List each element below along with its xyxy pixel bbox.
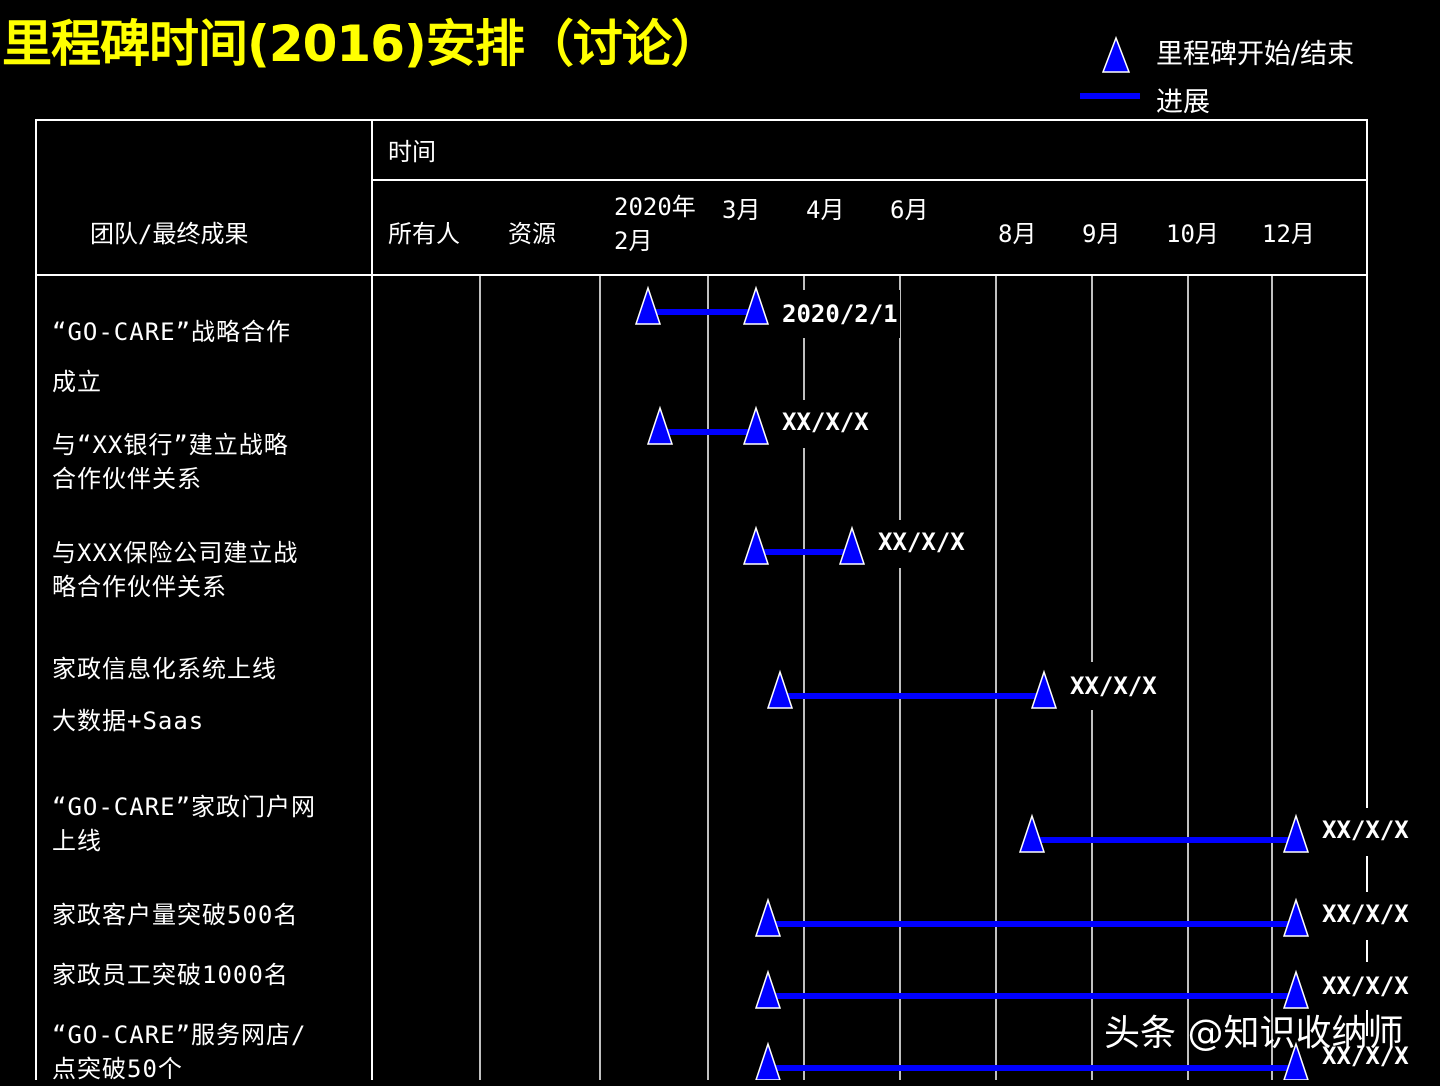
task-end-date-5: XX/X/X	[1322, 816, 1409, 844]
milestone-start-icon	[742, 525, 770, 565]
task-end-date-4: XX/X/X	[1070, 672, 1157, 700]
task-bar-4	[766, 669, 1058, 709]
task-end-date-3: XX/X/X	[878, 528, 965, 556]
milestone-start-icon	[754, 897, 782, 937]
task-end-date-7: XX/X/X	[1322, 972, 1409, 1000]
milestone-end-icon	[1282, 969, 1310, 1009]
milestone-start-icon	[766, 669, 794, 709]
milestone-start-icon	[755, 1041, 781, 1080]
milestone-end-icon	[742, 405, 770, 445]
milestone-end-icon	[1030, 669, 1058, 709]
task-bar-1	[634, 285, 770, 325]
task-bar-2	[646, 405, 770, 445]
task-bar-3	[742, 525, 866, 565]
watermark: 头条 @知识收纳师	[1104, 1013, 1404, 1054]
task-end-date-2: XX/X/X	[782, 408, 869, 436]
task-end-date-1: 2020/2/1	[782, 300, 898, 328]
milestone-start-icon	[754, 969, 782, 1009]
task-end-date-6: XX/X/X	[1322, 900, 1409, 928]
milestone-start-icon	[646, 405, 674, 445]
milestone-end-icon	[1282, 813, 1310, 853]
milestone-start-icon	[634, 285, 662, 325]
milestone-end-icon	[1282, 897, 1310, 937]
task-bar-6	[754, 897, 1310, 937]
milestone-start-icon	[1018, 813, 1046, 853]
milestone-end-icon	[742, 285, 770, 325]
milestone-end-icon	[838, 525, 866, 565]
gantt-bars	[634, 285, 1310, 1080]
task-bar-5	[1018, 813, 1310, 853]
task-bar-7	[754, 969, 1310, 1009]
